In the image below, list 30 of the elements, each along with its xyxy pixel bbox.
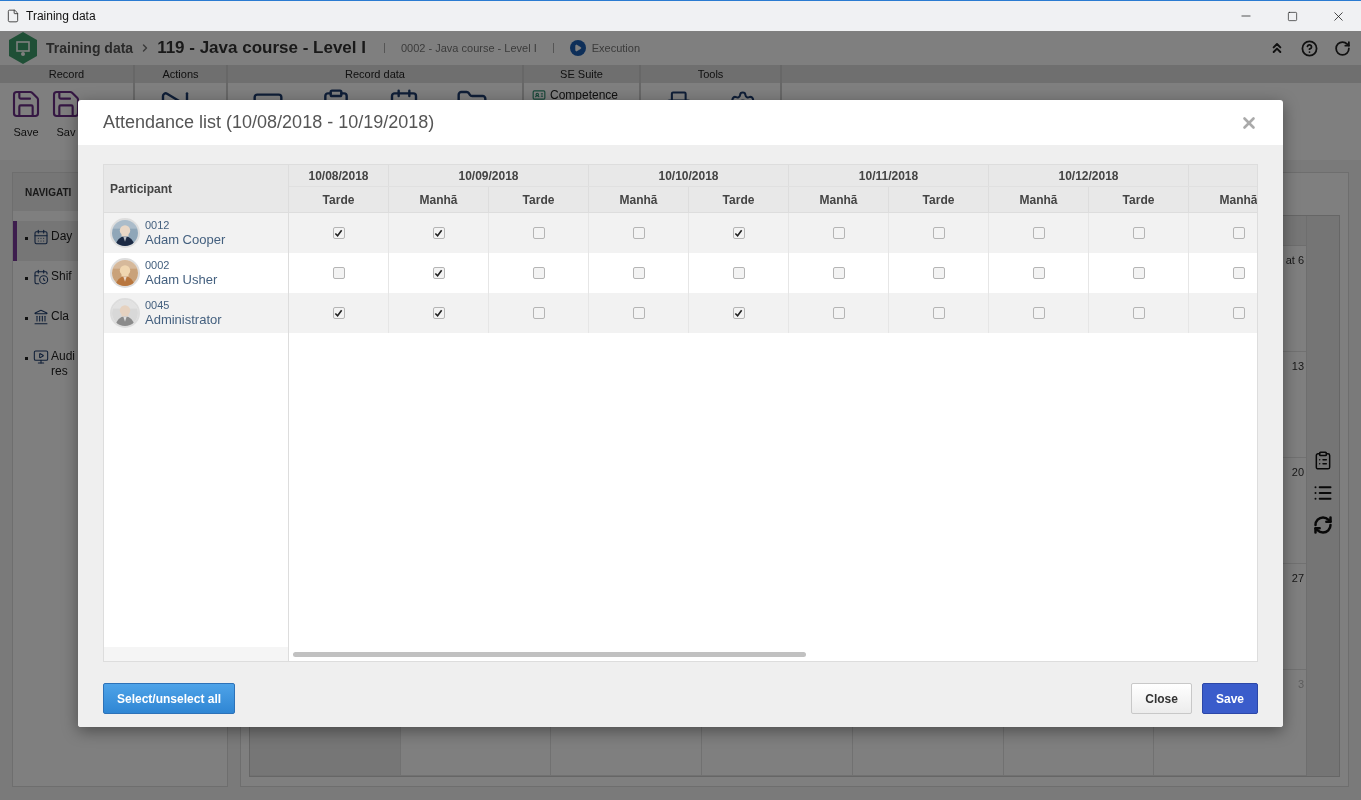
session-header: Manhã [619,191,658,209]
day-number: 20 [1291,465,1305,480]
session-header: Tarde [722,191,755,209]
session-header: Manhã [1219,191,1257,209]
session-header: Tarde [1122,191,1155,209]
session-header: Manhã [419,191,458,209]
session-header: Tarde [522,191,555,209]
window-title: Training data [26,8,96,25]
date-header: 10/12/2018 [1058,167,1119,185]
record-title: 119 - Java course - Level I [157,37,366,60]
session-header: Tarde [922,191,955,209]
date-header: 10/08/2018 [308,167,369,185]
day-number: at 6 [1285,253,1305,268]
column-header: Participant [110,180,172,198]
participant-name: Adam Cooper [145,232,226,247]
date-header: 10/10/2018 [658,167,719,185]
day-number: 13 [1291,359,1305,374]
participant-code: 0002 [145,259,171,272]
participant-code: 0012 [145,219,171,232]
status-label: Execution [591,40,641,56]
session-header: Manhã [819,191,858,209]
participant-name: Adam Usher [145,272,218,287]
participant-code: 0045 [145,299,171,312]
date-header: 10/11/2018 [858,167,919,185]
dialog-title: Attendance list (10/08/2018 - 10/19/2018) [103,111,435,134]
day-number: 27 [1291,571,1305,586]
session-header: Tarde [322,191,355,209]
participant-name: Administrator [145,312,222,327]
date-header: 10/09/2018 [458,167,519,185]
session-header: Manhã [1019,191,1058,209]
